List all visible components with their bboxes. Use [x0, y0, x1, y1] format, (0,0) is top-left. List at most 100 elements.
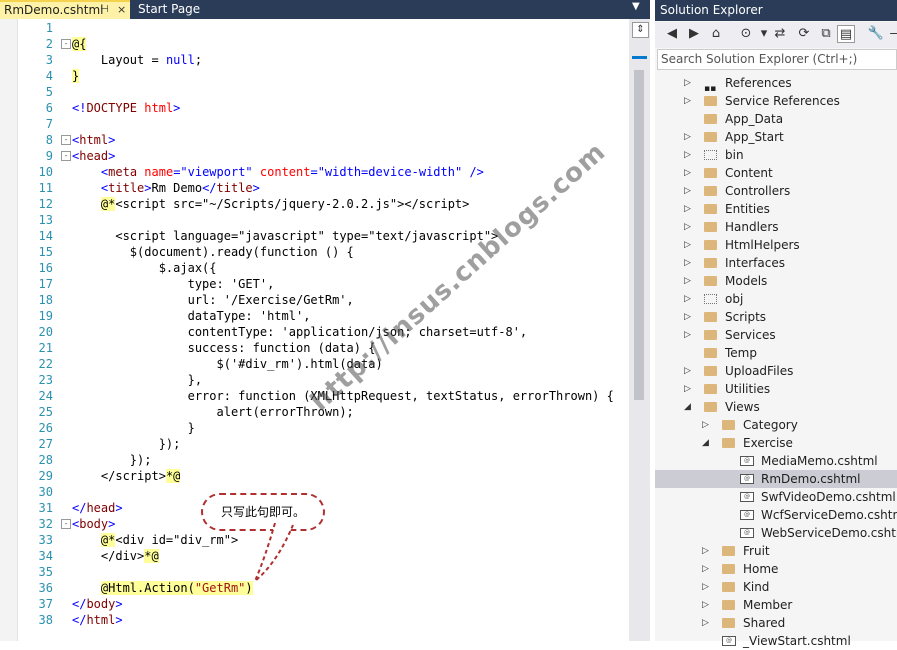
code-line[interactable]: 9- <head> [0, 148, 628, 164]
code-line[interactable]: 26 } [0, 420, 628, 436]
code-line[interactable]: 36 @Html.Action("GetRm") [0, 580, 628, 596]
collapse-icon[interactable]: - [61, 39, 71, 49]
code-line[interactable]: 10 <meta name="viewport" content="width=… [0, 164, 628, 180]
tree-item[interactable]: @ SwfVideoDemo.cshtml [655, 488, 897, 506]
expand-arrow-icon[interactable]: ▷ [702, 416, 709, 434]
code-line[interactable]: 27 }); [0, 436, 628, 452]
properties-icon[interactable]: 🔧 [867, 25, 885, 43]
expand-arrow-icon[interactable]: ▷ [702, 560, 709, 578]
pin-icon[interactable]: — [887, 25, 897, 43]
tree-item[interactable]: ▷ Shared [655, 614, 897, 632]
tree-item[interactable]: ▷ bin [655, 146, 897, 164]
expand-arrow-icon[interactable]: ▷ [702, 614, 709, 632]
code-line[interactable]: 22 $('#div_rm').html(data) [0, 356, 628, 372]
expand-arrow-icon[interactable]: ▷ [684, 128, 691, 146]
collapse-all-icon[interactable]: ⟳ [795, 25, 813, 43]
back-icon[interactable]: ◀ [663, 25, 681, 43]
expand-arrow-icon[interactable]: ▷ [684, 182, 691, 200]
tree-item[interactable]: ▷ ▪▪ References [655, 74, 897, 94]
expand-arrow-icon[interactable]: ▷ [702, 578, 709, 596]
expand-arrow-icon[interactable]: ▷ [684, 380, 691, 398]
code-line[interactable]: 20 contentType: 'application/json; chars… [0, 324, 628, 340]
expand-arrow-icon[interactable]: ▷ [684, 236, 691, 254]
expand-arrow-icon[interactable]: ▷ [684, 290, 691, 308]
expand-arrow-icon[interactable]: ▷ [702, 596, 709, 614]
collapse-arrow-icon[interactable]: ◢ [684, 398, 691, 416]
tree-item[interactable]: @ _ViewStart.cshtml [655, 632, 897, 650]
expand-arrow-icon[interactable]: ▷ [684, 362, 691, 380]
code-line[interactable]: 14 <script language="javascript" type="t… [0, 228, 628, 244]
expand-arrow-icon[interactable]: ▷ [684, 254, 691, 272]
code-line[interactable]: 4} [0, 68, 628, 84]
tree-item[interactable]: ▷ Member [655, 596, 897, 614]
tab-dropdown-icon[interactable]: ▼ [632, 1, 640, 12]
code-line[interactable]: 8- <html> [0, 132, 628, 148]
tree-item[interactable]: ▷ Home [655, 560, 897, 578]
code-line[interactable]: 17 type: 'GET', [0, 276, 628, 292]
expand-arrow-icon[interactable]: ▷ [684, 200, 691, 218]
code-line[interactable]: 29 </script>*@ [0, 468, 628, 484]
refresh-icon[interactable]: ⇄ [771, 25, 789, 43]
code-line[interactable]: 35 [0, 564, 628, 580]
tab-rmdemo[interactable]: RmDemo.cshtml ⊣ × [0, 0, 130, 19]
expand-arrow-icon[interactable]: ▷ [684, 272, 691, 290]
collapse-icon[interactable]: - [61, 135, 71, 145]
code-line[interactable]: 33 @*<div id="div_rm"> [0, 532, 628, 548]
tree-item[interactable]: ▷ Controllers [655, 182, 897, 200]
solution-explorer-search-input[interactable]: Search Solution Explorer (Ctrl+;) [657, 49, 897, 70]
tree-item[interactable]: ▷ Utilities [655, 380, 897, 398]
tree-item[interactable]: ▷ Interfaces [655, 254, 897, 272]
expand-arrow-icon[interactable]: ▷ [684, 74, 691, 92]
tree-item[interactable]: ◢ Views [655, 398, 897, 416]
tree-item[interactable]: ▷ Scripts [655, 308, 897, 326]
expand-arrow-icon[interactable]: ▷ [684, 308, 691, 326]
tree-item[interactable]: ◢ Exercise [655, 434, 897, 452]
code-line[interactable]: 1 [0, 20, 628, 36]
code-line[interactable]: 28 }); [0, 452, 628, 468]
expand-arrow-icon[interactable]: ▷ [684, 326, 691, 344]
collapse-icon[interactable]: - [61, 519, 71, 529]
split-window-icon[interactable]: ⇕ [632, 22, 649, 38]
tree-item[interactable]: ▷ Content [655, 164, 897, 182]
tree-item[interactable]: @ WcfServiceDemo.cshtml [655, 506, 897, 524]
tree-item[interactable]: ▷ HtmlHelpers [655, 236, 897, 254]
collapse-icon[interactable]: - [61, 151, 71, 161]
collapse-arrow-icon[interactable]: ◢ [702, 434, 709, 452]
code-line[interactable]: 15 $(document).ready(function () { [0, 244, 628, 260]
tree-item[interactable]: ▷ Fruit [655, 542, 897, 560]
tree-item[interactable]: ▷ Services [655, 326, 897, 344]
close-icon[interactable]: × [117, 2, 126, 18]
code-editor[interactable]: 1 2- @{3 Layout = null; 4} 5 6 <!DOCTYPE html>… [0, 19, 628, 641]
code-line[interactable]: 34 </div>*@ [0, 548, 628, 564]
code-line[interactable]: 5 [0, 84, 628, 100]
code-line[interactable]: 2- @{ [0, 36, 628, 52]
copy-icon[interactable]: ⧉ [817, 25, 835, 43]
expand-arrow-icon[interactable]: ▷ [702, 542, 709, 560]
expand-arrow-icon[interactable]: ▷ [684, 146, 691, 164]
tree-item[interactable]: ▷ Handlers [655, 218, 897, 236]
expand-arrow-icon[interactable]: ▷ [684, 92, 691, 110]
tree-item[interactable]: ▷ App_Start [655, 128, 897, 146]
code-line[interactable]: 18 url: '/Exercise/GetRm', [0, 292, 628, 308]
code-line[interactable]: 7 [0, 116, 628, 132]
expand-arrow-icon[interactable]: ▷ [684, 218, 691, 236]
tree-item[interactable]: @ RmDemo.cshtml [655, 470, 897, 488]
tree-item[interactable]: ▷ Category [655, 416, 897, 434]
tree-item[interactable]: ▷ Entities [655, 200, 897, 218]
pin-icon[interactable]: ⊣ [100, 2, 109, 18]
code-line[interactable]: 3 Layout = null; [0, 52, 628, 68]
code-line[interactable]: 25 alert(errorThrown); [0, 404, 628, 420]
tab-start-page[interactable]: Start Page [134, 0, 244, 19]
tree-item[interactable]: ▷ UploadFiles [655, 362, 897, 380]
code-line[interactable]: 16 $.ajax({ [0, 260, 628, 276]
scrollbar-thumb[interactable] [634, 70, 644, 400]
code-line[interactable]: 21 success: function (data) { [0, 340, 628, 356]
tree-item[interactable]: ▷ Kind [655, 578, 897, 596]
expand-arrow-icon[interactable]: ▷ [684, 164, 691, 182]
code-line[interactable]: 6 <!DOCTYPE html> [0, 100, 628, 116]
code-line[interactable]: 38 </html> [0, 612, 628, 628]
tree-item[interactable]: ▷ Service References [655, 92, 897, 110]
tree-item[interactable]: Temp [655, 344, 897, 362]
tree-item[interactable]: App_Data [655, 110, 897, 128]
show-all-files-icon[interactable]: ▤ [837, 25, 855, 43]
